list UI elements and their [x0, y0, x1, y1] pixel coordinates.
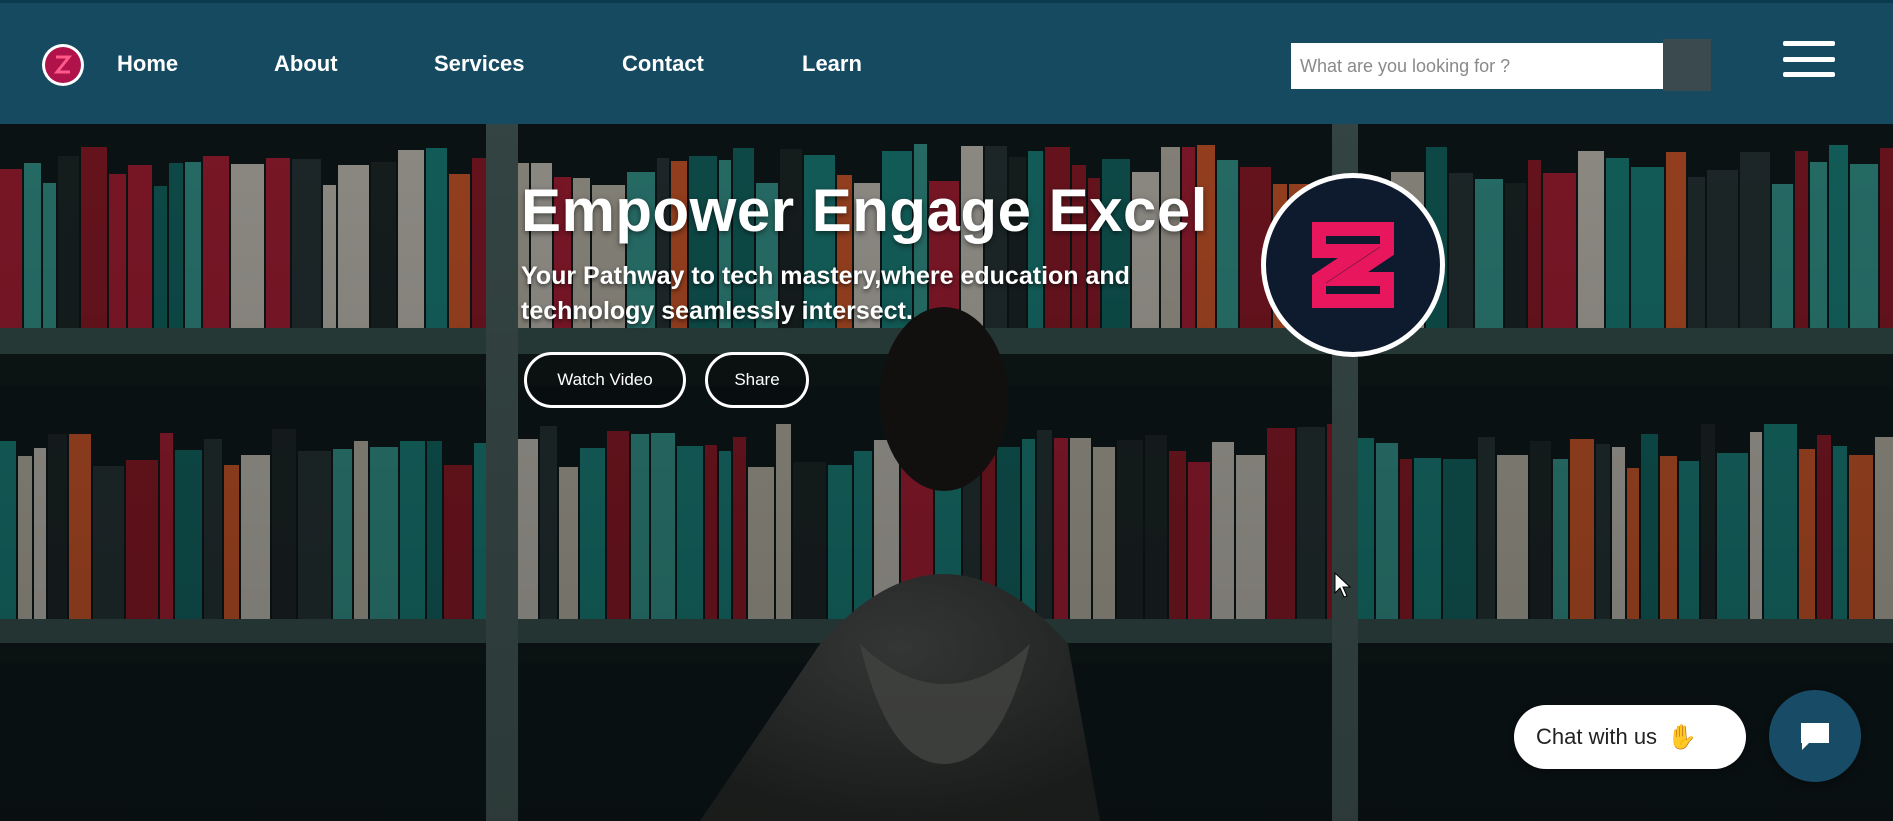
share-button[interactable]: Share	[705, 352, 809, 408]
search-input[interactable]	[1291, 43, 1663, 89]
brand-logo-icon[interactable]	[42, 44, 84, 86]
hero-section: Empower Engage Excel Your Pathway to tec…	[0, 124, 1893, 821]
top-navbar: Home About Services Contact Learn	[0, 0, 1893, 124]
nav-link-home[interactable]: Home	[117, 50, 178, 78]
mouse-pointer-icon	[1334, 572, 1352, 598]
nav-link-contact[interactable]: Contact	[622, 50, 704, 78]
hero-subtitle: Your Pathway to tech mastery,where educa…	[521, 262, 1130, 325]
hamburger-menu-icon[interactable]	[1783, 41, 1835, 77]
waving-hand-icon: ✋	[1667, 723, 1697, 751]
search-button[interactable]	[1663, 39, 1711, 91]
z-logo-icon	[1261, 173, 1445, 357]
nav-link-about[interactable]: About	[274, 50, 338, 78]
chat-label: Chat with us	[1536, 724, 1658, 749]
chat-bubble-icon[interactable]	[1769, 690, 1861, 782]
hero-title: Empower Engage Excel	[521, 177, 1208, 244]
nav-link-services[interactable]: Services	[434, 50, 525, 78]
chat-with-us-button[interactable]: Chat with us ✋	[1514, 705, 1746, 769]
nav-link-learn[interactable]: Learn	[802, 50, 862, 78]
watch-video-button[interactable]: Watch Video	[524, 352, 686, 408]
